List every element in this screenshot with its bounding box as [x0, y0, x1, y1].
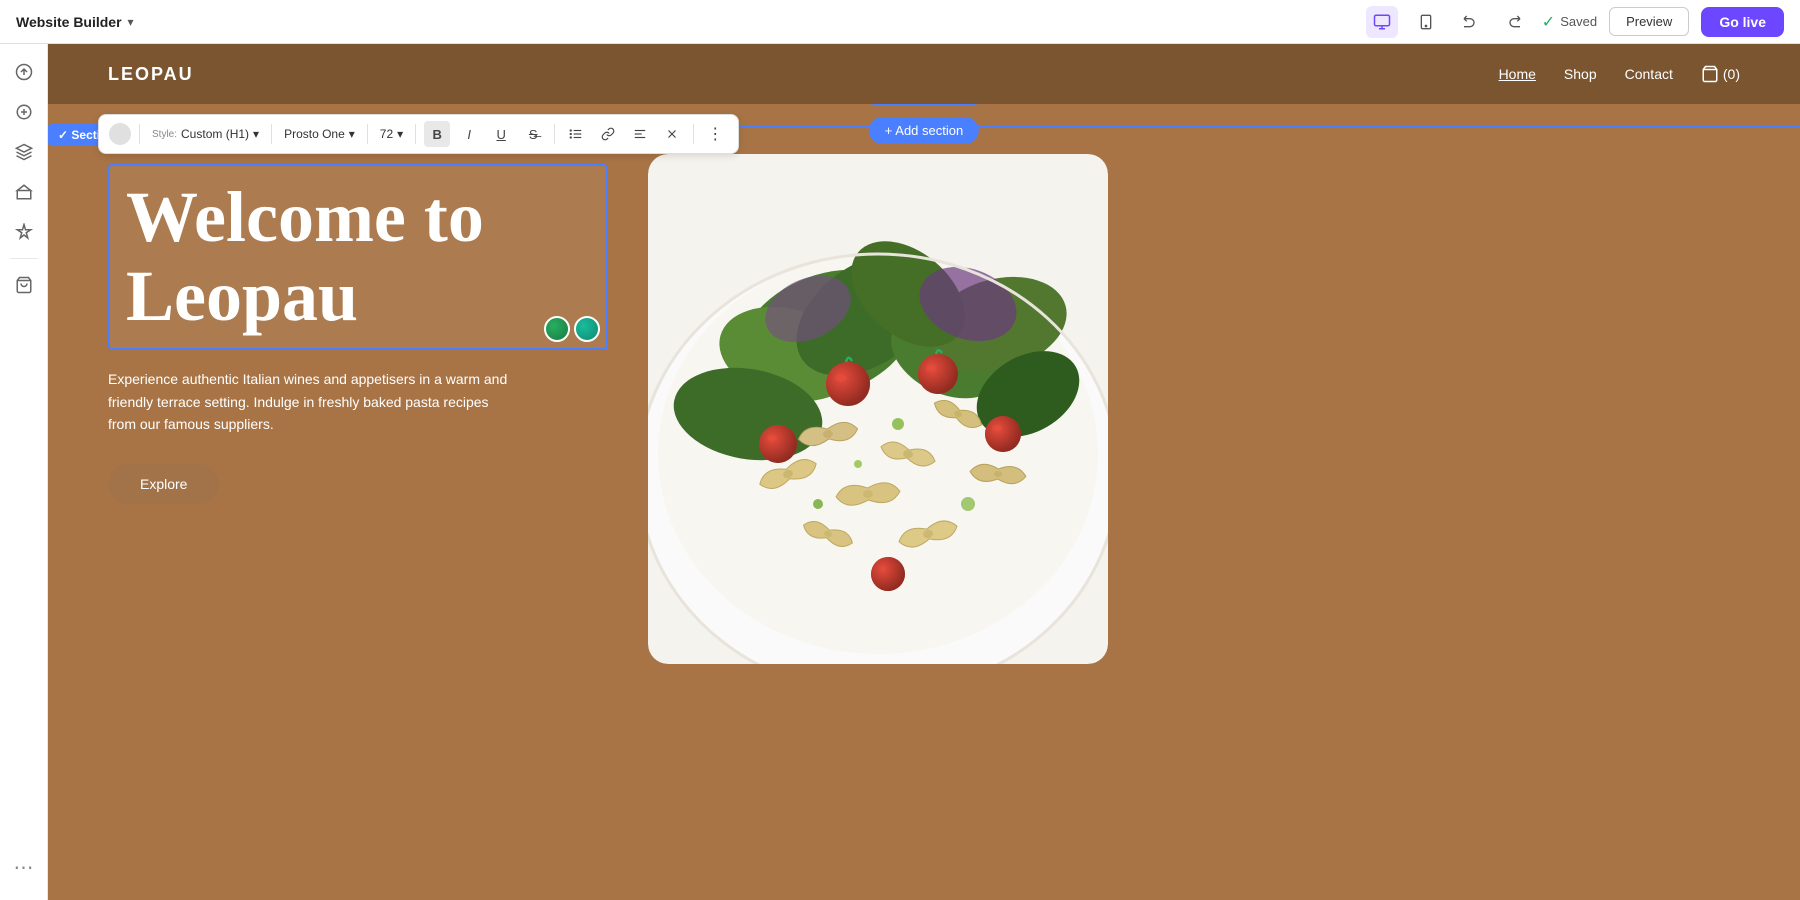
font-name: Prosto One [284, 127, 345, 141]
golive-button[interactable]: Go live [1701, 7, 1784, 37]
font-chevron-icon: ▾ [349, 127, 355, 141]
cart-bag-icon [1701, 65, 1719, 83]
heading-text[interactable]: Welcome to Leopau [126, 178, 590, 336]
canvas-nav: Home Shop Contact (0) [1499, 65, 1740, 83]
redo-button[interactable] [1498, 6, 1530, 38]
bold-button[interactable]: B [424, 121, 450, 147]
app-title: Website Builder [16, 14, 122, 30]
more-options-button[interactable]: ⋮ [702, 121, 728, 147]
list-button[interactable] [563, 121, 589, 147]
style-label: Style: [152, 129, 177, 140]
sidebar-icon-layers[interactable] [6, 134, 42, 170]
mobile-view-button[interactable] [1410, 6, 1442, 38]
canvas-header: LEOPAU Home Shop Contact (0) [48, 44, 1800, 104]
topbar-left: Website Builder ▾ [16, 14, 134, 30]
sidebar-icon-shapes[interactable] [6, 174, 42, 210]
strikethrough-button[interactable]: S̶ [520, 121, 546, 147]
undo-button[interactable] [1454, 6, 1486, 38]
sidebar-icon-magic[interactable] [6, 214, 42, 250]
collaborator-avatar-2 [574, 316, 600, 342]
canvas-area: Header + Add sticky bar LEOPAU Home Shop… [48, 44, 1800, 900]
align-button[interactable] [627, 121, 653, 147]
text-editor-area: Style: Custom (H1) ▾ Prosto One ▾ 72 ▾ [108, 164, 608, 504]
link-button[interactable] [595, 121, 621, 147]
toolbar-color-swatch[interactable] [109, 123, 131, 145]
content-section: Style: Custom (H1) ▾ Prosto One ▾ 72 ▾ [48, 104, 1800, 704]
nav-contact[interactable]: Contact [1625, 66, 1673, 82]
style-selector[interactable]: Style: Custom (H1) ▾ [148, 125, 263, 143]
underline-button[interactable]: U [488, 121, 514, 147]
site-logo: LEOPAU [108, 64, 194, 85]
style-value: Custom (H1) [181, 127, 249, 141]
toolbar-separator-2 [271, 124, 272, 144]
clear-format-button[interactable] [659, 121, 685, 147]
sidebar-icon-add[interactable] [6, 94, 42, 130]
add-section-button[interactable]: + Add section [869, 117, 979, 144]
toolbar-separator [139, 124, 140, 144]
explore-button[interactable]: Explore [108, 464, 219, 504]
saved-label: Saved [1560, 14, 1597, 29]
description-text: Experience authentic Italian wines and a… [108, 368, 508, 435]
nav-home[interactable]: Home [1499, 66, 1536, 82]
preview-button[interactable]: Preview [1609, 7, 1689, 36]
sidebar-divider [10, 258, 38, 259]
heading-text-box[interactable]: Welcome to Leopau [108, 164, 608, 350]
left-sidebar: ⋯ [0, 44, 48, 900]
sidebar-icon-more[interactable]: ⋯ [6, 854, 42, 890]
nav-shop[interactable]: Shop [1564, 66, 1597, 82]
saved-status: ✓ Saved [1542, 12, 1597, 32]
collaborator-avatars [544, 316, 600, 342]
sidebar-icon-back[interactable] [6, 54, 42, 90]
saved-checkmark: ✓ [1542, 12, 1555, 32]
cart-icon-area[interactable]: (0) [1701, 65, 1740, 83]
font-selector[interactable]: Prosto One ▾ [280, 125, 359, 143]
toolbar-separator-6 [693, 124, 694, 144]
font-size-value: 72 [380, 127, 393, 141]
text-formatting-toolbar: Style: Custom (H1) ▾ Prosto One ▾ 72 ▾ [98, 114, 739, 154]
font-size-chevron-icon: ▾ [397, 127, 403, 141]
collaborator-avatar-1 [544, 316, 570, 342]
toolbar-separator-4 [415, 124, 416, 144]
font-size-selector[interactable]: 72 ▾ [376, 125, 407, 143]
toolbar-separator-3 [367, 124, 368, 144]
main-layout: ⋯ Header + Add sticky bar LEOPAU Home Sh… [0, 44, 1800, 900]
app-title-chevron[interactable]: ▾ [128, 15, 134, 29]
desktop-view-button[interactable] [1366, 6, 1398, 38]
cart-count: (0) [1723, 66, 1740, 82]
topbar-right: ✓ Saved Preview Go live [1366, 6, 1784, 38]
sidebar-icon-cart[interactable] [6, 267, 42, 303]
pasta-food-illustration [648, 154, 1108, 664]
food-image [648, 154, 1108, 664]
topbar: Website Builder ▾ ✓ Saved Previe [0, 0, 1800, 44]
style-chevron-icon: ▾ [253, 127, 259, 141]
toolbar-separator-5 [554, 124, 555, 144]
italic-button[interactable]: I [456, 121, 482, 147]
